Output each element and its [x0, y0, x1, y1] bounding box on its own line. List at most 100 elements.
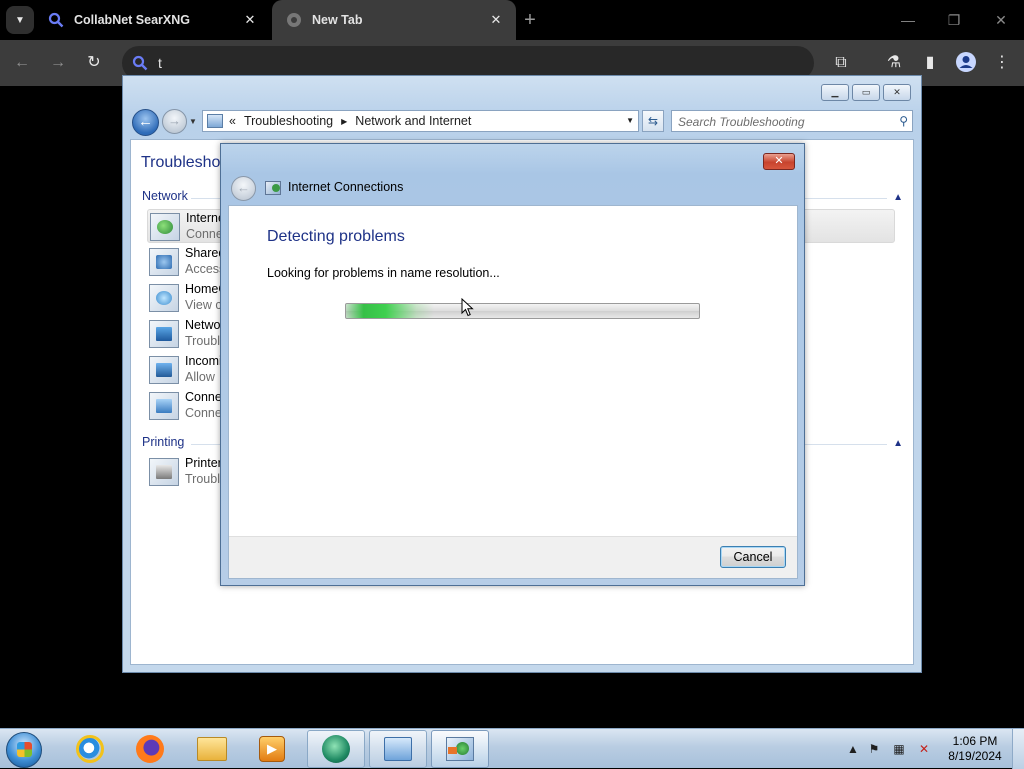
taskbar-file-explorer[interactable]: [183, 730, 241, 768]
side-panel-icon[interactable]: ▮: [918, 51, 942, 75]
forward-arrow-icon[interactable]: →: [47, 52, 69, 74]
firefox-icon: [136, 735, 164, 763]
shared-folders-icon: [149, 248, 179, 276]
menu-kebab-icon[interactable]: ⋮: [990, 51, 1014, 75]
breadcrumb-overflow[interactable]: «: [229, 114, 236, 128]
breadcrumb-item-troubleshooting[interactable]: Troubleshooting: [244, 114, 333, 128]
reload-icon[interactable]: ↻: [83, 52, 105, 74]
page-title: Troubleshoo: [141, 154, 230, 171]
show-hidden-icons-icon[interactable]: ▲: [845, 741, 861, 757]
tab-searxng[interactable]: CollabNet SearXNG ✕: [40, 0, 270, 40]
taskbar-firefox[interactable]: [121, 730, 179, 768]
minimize-icon[interactable]: —: [898, 10, 918, 30]
globe-icon: [286, 12, 302, 28]
printer-icon: [149, 458, 179, 486]
address-dropdown-icon[interactable]: ▼: [626, 116, 634, 125]
chevron-down-icon: ▼: [15, 14, 25, 26]
taskbar-control-panel[interactable]: [369, 730, 427, 768]
item-title: Incomi: [185, 354, 222, 368]
maximize-button[interactable]: ▭: [852, 84, 880, 101]
collapse-icon[interactable]: ▲: [893, 438, 903, 449]
control-panel-icon: [207, 114, 223, 128]
breadcrumb[interactable]: « Troubleshooting ▶ Network and Internet…: [202, 110, 639, 132]
taskbar-internet-connections[interactable]: [431, 730, 489, 768]
recent-pages-dropdown[interactable]: ▼: [189, 117, 197, 126]
chevron-right-icon[interactable]: ▶: [341, 117, 347, 126]
system-clock[interactable]: 1:06 PM 8/19/2024: [943, 734, 1007, 764]
workplace-connection-icon: [149, 392, 179, 420]
item-subtitle: Troubl: [185, 472, 220, 486]
item-subtitle: Allow: [185, 370, 215, 384]
start-button[interactable]: [6, 732, 42, 768]
dialog-footer: Cancel: [229, 536, 797, 578]
taskbar-troubleshooter[interactable]: [307, 730, 365, 768]
action-center-flag-icon[interactable]: ⚑: [866, 741, 882, 757]
homegroup-icon: [149, 284, 179, 312]
network-adapter-icon: [149, 320, 179, 348]
new-tab-button[interactable]: +: [520, 10, 540, 30]
group-label-printing: Printing: [142, 435, 185, 449]
troubleshooter-icon: [322, 735, 350, 763]
refresh-button[interactable]: ⇆: [642, 110, 664, 132]
item-title: Conne: [185, 390, 222, 404]
internet-connections-icon: [150, 213, 180, 241]
item-subtitle: Troubl: [185, 334, 220, 348]
dialog-heading: Detecting problems: [267, 228, 405, 245]
search-icon: [132, 55, 148, 71]
close-icon[interactable]: ✕: [488, 12, 504, 28]
volume-muted-icon[interactable]: ✕: [916, 741, 932, 757]
forward-button[interactable]: →: [162, 109, 187, 134]
search-box[interactable]: Search Troubleshooting ⚲: [671, 110, 913, 132]
item-title: Netwo: [185, 318, 221, 332]
tab-new-tab[interactable]: New Tab ✕: [272, 0, 516, 40]
dialog-body: Detecting problems Looking for problems …: [228, 205, 798, 579]
group-label-network: Network: [142, 189, 188, 203]
restore-icon[interactable]: ❐: [944, 10, 964, 30]
taskbar-media-player[interactable]: ▶: [243, 730, 301, 768]
search-icon: [48, 12, 64, 28]
breadcrumb-item-network[interactable]: Network and Internet: [355, 114, 471, 128]
progress-fill: [346, 304, 435, 318]
tab-title: CollabNet SearXNG: [74, 13, 191, 27]
item-title: Printer: [185, 456, 222, 470]
extensions-icon[interactable]: ⧉: [829, 51, 853, 75]
taskbar-internet-explorer[interactable]: [61, 730, 119, 768]
dialog-title: Internet Connections: [288, 180, 404, 194]
incoming-connections-icon: [149, 356, 179, 384]
item-subtitle: Conne: [186, 227, 223, 241]
browser-tab-bar: ▼ CollabNet SearXNG ✕ New Tab ✕ + — ❐ ✕: [0, 0, 1024, 40]
internet-explorer-icon: [76, 735, 104, 763]
close-window-icon[interactable]: ✕: [991, 10, 1011, 30]
internet-connections-icon: [446, 737, 474, 761]
item-subtitle: Conne: [185, 406, 222, 420]
search-icon[interactable]: ⚲: [899, 114, 908, 128]
dialog-back-button[interactable]: ←: [231, 176, 256, 201]
collapse-icon[interactable]: ▲: [893, 192, 903, 203]
taskbar: ▶ ▲ ⚑ ▦ ✕ 1:06 PM 8/19/2024: [0, 728, 1024, 769]
control-panel-icon: [384, 737, 412, 761]
search-placeholder: Search Troubleshooting: [678, 115, 805, 129]
tab-search-button[interactable]: ▼: [6, 6, 34, 34]
close-button[interactable]: ✕: [883, 84, 911, 101]
media-player-icon: ▶: [259, 736, 285, 762]
window-caption-buttons: ▁ ▭ ✕: [821, 84, 911, 101]
internet-connections-icon: [265, 181, 281, 195]
clock-time: 1:06 PM: [952, 734, 998, 748]
minimize-button[interactable]: ▁: [821, 84, 849, 101]
windows-logo-icon: [17, 742, 32, 757]
network-status-icon[interactable]: ▦: [891, 741, 907, 757]
back-button[interactable]: ←: [132, 109, 159, 136]
address-input[interactable]: t: [158, 55, 162, 71]
back-arrow-icon[interactable]: ←: [11, 52, 33, 74]
tab-title: New Tab: [312, 13, 363, 27]
profile-avatar-icon[interactable]: [954, 51, 978, 75]
close-icon[interactable]: ✕: [242, 12, 258, 28]
progress-bar: [345, 303, 700, 319]
clock-date: 8/19/2024: [948, 749, 1002, 763]
troubleshooter-dialog: ✕ ← Internet Connections Detecting probl…: [220, 143, 805, 586]
labs-flask-icon[interactable]: ⚗: [882, 51, 906, 75]
cancel-button[interactable]: Cancel: [720, 546, 786, 568]
folder-icon: [197, 737, 227, 761]
show-desktop-button[interactable]: [1012, 729, 1024, 769]
dialog-close-button[interactable]: ✕: [763, 153, 795, 170]
